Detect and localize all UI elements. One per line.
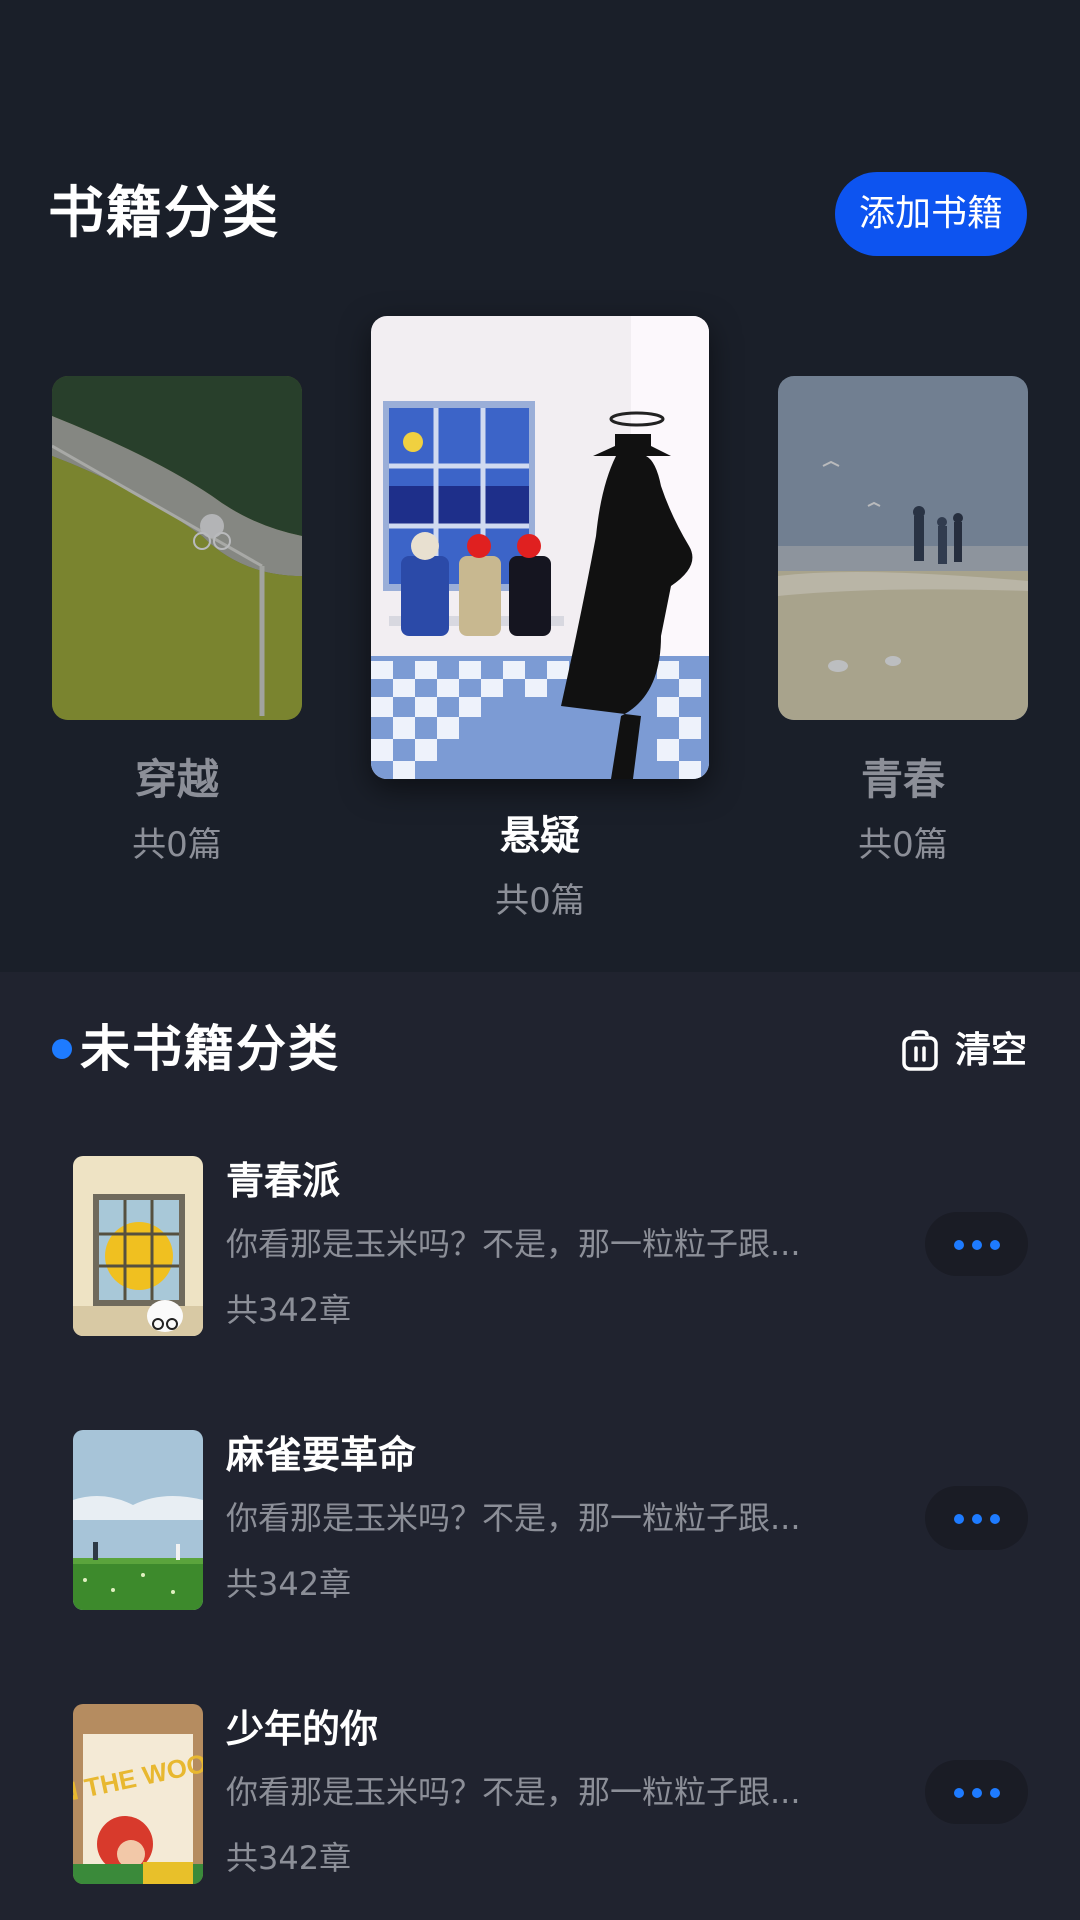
add-book-button[interactable]: 添加书籍 (835, 172, 1027, 256)
page-title: 书籍分类 (48, 181, 280, 246)
more-options-button[interactable] (925, 1212, 1028, 1276)
trash-icon (902, 1030, 938, 1071)
more-dot-icon (990, 1514, 1000, 1524)
list-item[interactable]: 青春派 你看那是玉米吗？不是，那一粒粒子跟... 共342章 (0, 1156, 1080, 1336)
section-dot (52, 1039, 72, 1059)
book-cover (73, 1430, 203, 1610)
more-options-button[interactable] (925, 1760, 1028, 1824)
book-description: 你看那是玉米吗？不是，那一粒粒子跟... (226, 1225, 801, 1263)
clear-label: 清空 (955, 1030, 1028, 1071)
category-name: 悬疑 (500, 813, 580, 859)
list-item[interactable]: IN THE WOOD 少年的你 你看那是玉米吗？不是，那一粒粒子跟... 共3… (0, 1704, 1080, 1884)
category-cover-chuanyue[interactable] (52, 376, 302, 720)
section-title: 未书籍分类 (80, 1020, 340, 1078)
book-chapter-count: 共342章 (226, 1565, 352, 1603)
book-title: 青春派 (226, 1159, 341, 1203)
book-description: 你看那是玉米吗？不是，那一粒粒子跟... (226, 1499, 801, 1537)
more-dot-icon (954, 1514, 964, 1524)
category-count: 共0篇 (132, 825, 222, 865)
book-title: 少年的你 (226, 1707, 379, 1751)
more-dot-icon (954, 1788, 964, 1798)
more-dot-icon (990, 1788, 1000, 1798)
book-chapter-count: 共342章 (226, 1291, 352, 1329)
category-cover-qingchun[interactable] (778, 376, 1028, 720)
more-options-button[interactable] (925, 1486, 1028, 1550)
more-dot-icon (990, 1240, 1000, 1250)
book-chapter-count: 共342章 (226, 1839, 352, 1877)
category-count: 共0篇 (858, 825, 948, 865)
more-dot-icon (972, 1788, 982, 1798)
book-cover: IN THE WOOD (73, 1704, 203, 1884)
more-dot-icon (954, 1240, 964, 1250)
more-dot-icon (972, 1240, 982, 1250)
book-title: 麻雀要革命 (226, 1433, 417, 1477)
category-cover-xuanyi[interactable] (371, 316, 709, 779)
category-name: 穿越 (134, 755, 219, 804)
book-cover (73, 1156, 203, 1336)
book-description: 你看那是玉米吗？不是，那一粒粒子跟... (226, 1773, 801, 1811)
category-name: 青春 (860, 755, 945, 804)
category-count: 共0篇 (495, 881, 585, 921)
more-dot-icon (972, 1514, 982, 1524)
list-item[interactable]: 麻雀要革命 你看那是玉米吗？不是，那一粒粒子跟... 共342章 (0, 1430, 1080, 1610)
clear-button[interactable]: 清空 (900, 1024, 1030, 1078)
